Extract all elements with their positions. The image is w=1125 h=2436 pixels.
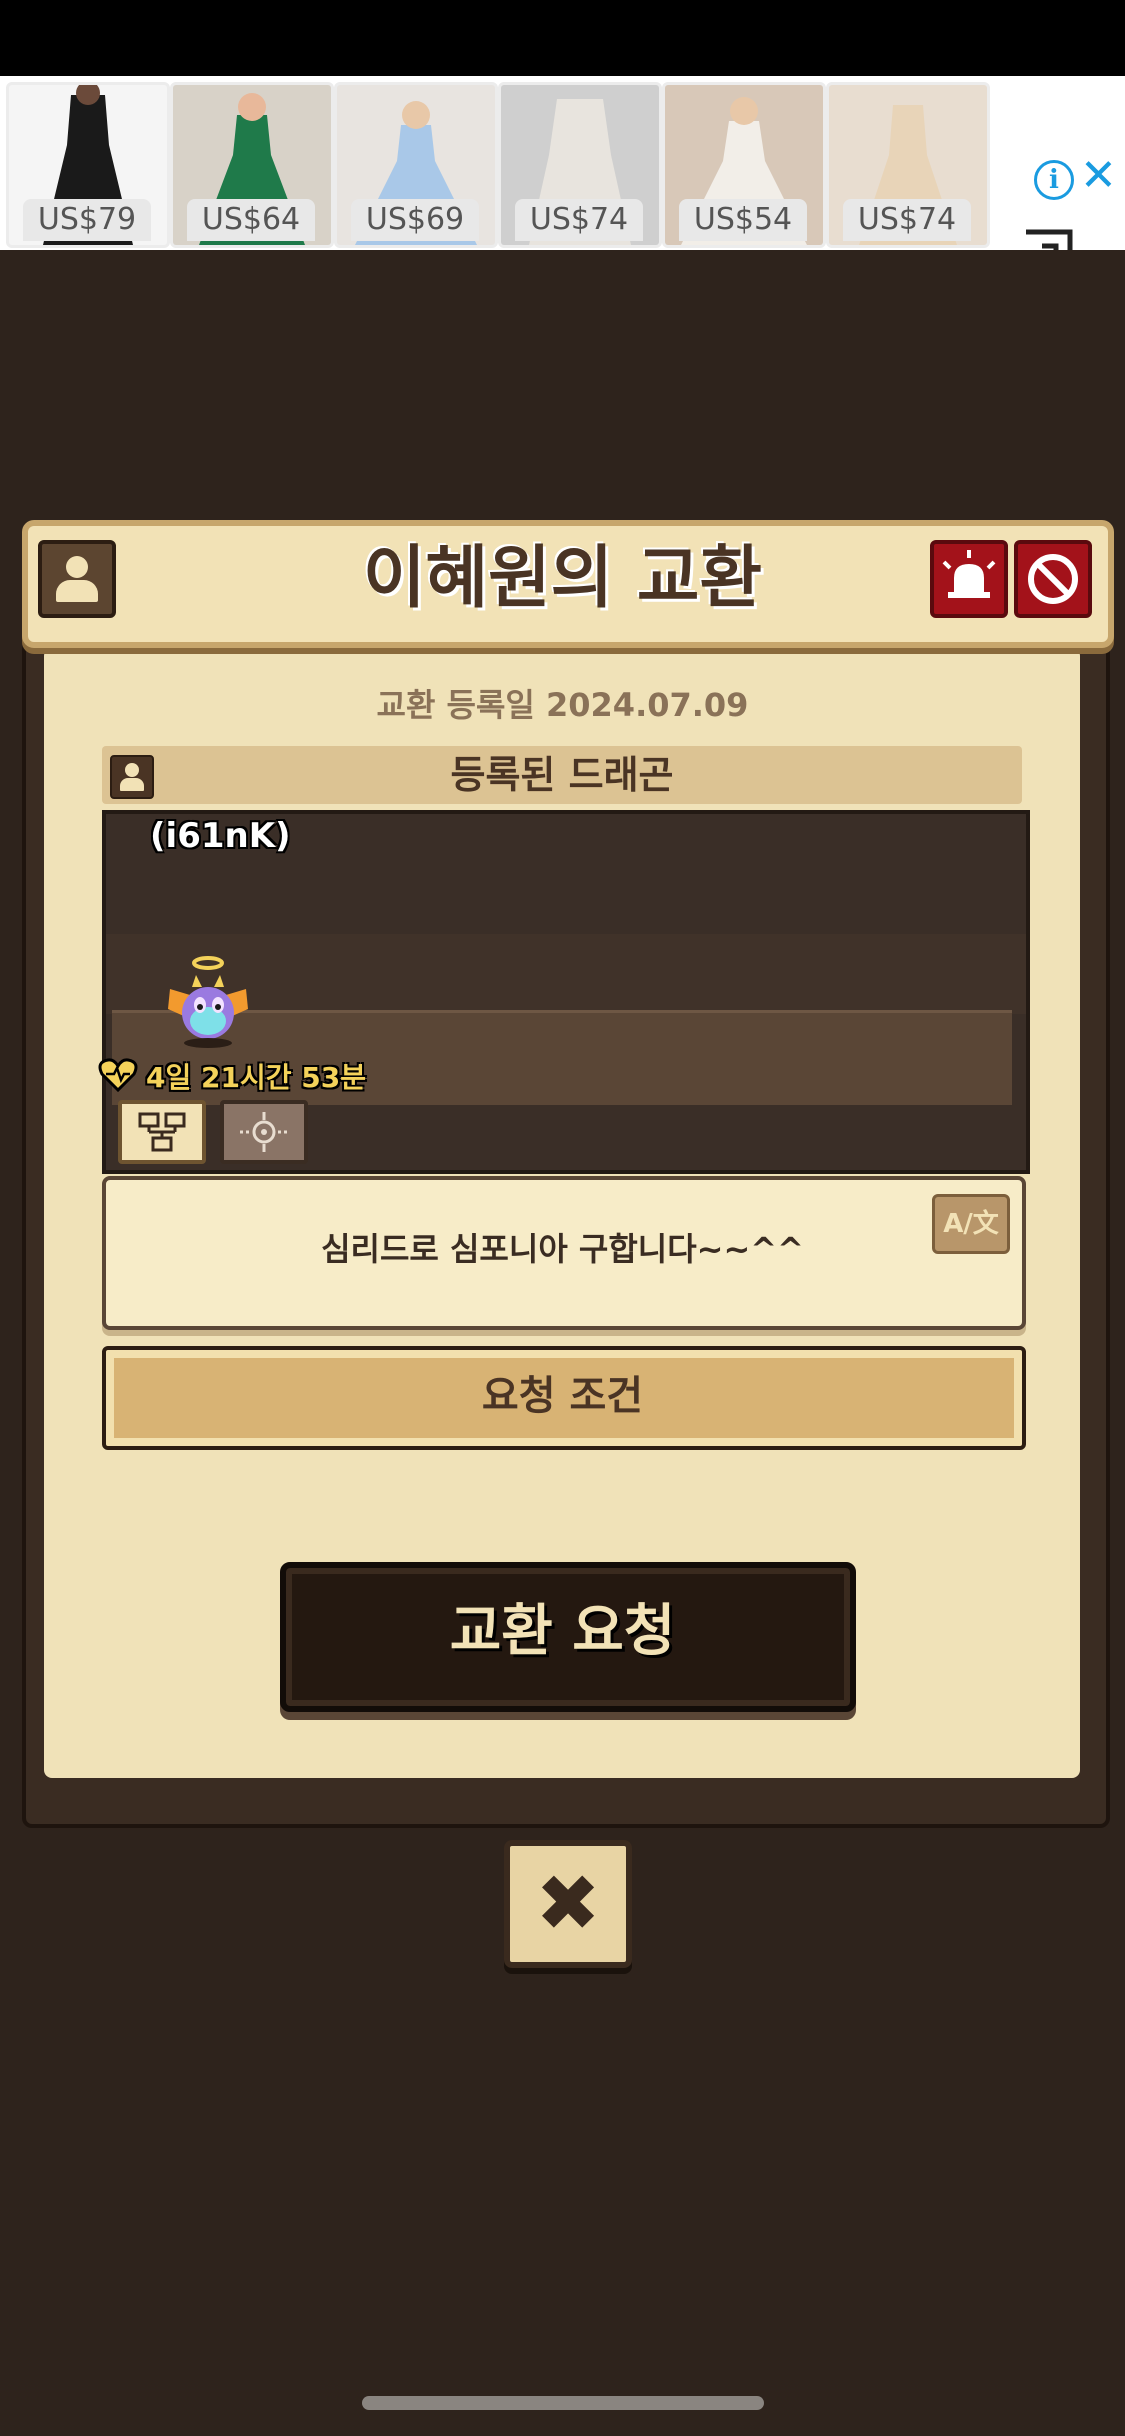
dragon-focus-button[interactable] (220, 1100, 308, 1164)
exchange-request-label: 교환 요청 (449, 1599, 676, 1664)
close-icon[interactable]: ✕ (1080, 154, 1117, 198)
ad-product[interactable]: US$54 (662, 82, 826, 248)
target-icon (240, 1112, 288, 1152)
ad-product[interactable]: US$64 (170, 82, 334, 248)
profile-button[interactable] (38, 540, 116, 618)
user-icon (66, 556, 88, 578)
block-icon (1028, 554, 1078, 604)
user-icon-body (56, 580, 98, 602)
ad-product[interactable]: US$69 (334, 82, 498, 248)
family-tree-icon (138, 1112, 186, 1152)
ad-price: US$69 (351, 199, 479, 241)
section-title: 등록된 드래곤 (450, 753, 674, 797)
ad-price: US$54 (679, 199, 807, 241)
section-header: 등록된 드래곤 (102, 746, 1022, 804)
home-indicator[interactable] (362, 2396, 764, 2410)
translate-button[interactable]: A/文 (932, 1194, 1010, 1254)
dragon-sprite[interactable] (160, 955, 256, 1051)
close-button[interactable]: ✖ (504, 1840, 632, 1968)
ad-product[interactable]: US$74 (498, 82, 662, 248)
ad-price: US$79 (23, 199, 151, 241)
trade-timer: 4일 21시간 53분 (146, 1061, 366, 1094)
block-button[interactable] (1014, 540, 1092, 618)
request-conditions-label: 요청 조건 (481, 1373, 644, 1419)
dragon-info-button[interactable] (118, 1100, 206, 1164)
registration-date: 교환 등록일 2024.07.09 (376, 686, 749, 724)
ad-banner[interactable]: US$79 US$64 US$69 US$74 US$54 US$74 i ✕ (0, 76, 1125, 281)
status-bar (0, 0, 1125, 76)
report-button[interactable] (930, 540, 1008, 618)
heart-icon (98, 1058, 138, 1092)
ad-price: US$74 (843, 199, 971, 241)
ad-price: US$74 (515, 199, 643, 241)
ad-price: US$64 (187, 199, 315, 241)
close-icon: ✖ (535, 1859, 601, 1949)
dragon-name: (i61nK) (150, 816, 291, 856)
ad-product[interactable]: US$74 (826, 82, 990, 248)
info-icon[interactable]: i (1034, 160, 1074, 200)
ad-product[interactable]: US$79 (6, 82, 170, 248)
siren-icon (942, 550, 996, 598)
